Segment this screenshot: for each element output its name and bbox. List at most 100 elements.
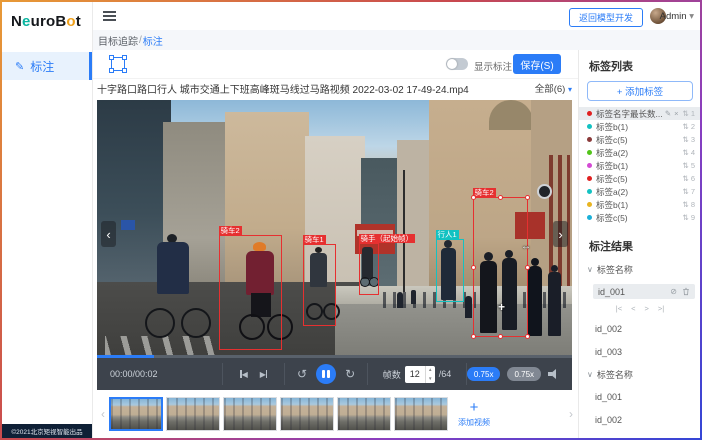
annotation-box[interactable]: 行人1: [436, 239, 464, 302]
result-group-header[interactable]: ∨ 标签名称: [587, 263, 700, 276]
label-list-item[interactable]: 标签c(5) ⇅6: [579, 172, 700, 185]
annotation-label: 骑车2: [473, 188, 496, 197]
annotation-label: 骑车1: [303, 235, 326, 244]
scene-pedestrian: [528, 266, 542, 336]
group-name: 标签名称: [597, 368, 633, 381]
label-list-item[interactable]: 标签c(5) ⇅9: [579, 211, 700, 224]
step-backward-icon[interactable]: ◀: [240, 370, 248, 379]
resize-handle[interactable]: [471, 334, 476, 339]
step-forward-icon[interactable]: ▶: [260, 370, 268, 379]
label-list-item[interactable]: 标签b(1) ⇅2: [579, 120, 700, 133]
filter-value: 全部(6): [535, 84, 566, 95]
trash-icon[interactable]: [682, 287, 690, 296]
label-name: 标签b(1): [596, 121, 679, 133]
delete-icon[interactable]: ×: [674, 109, 678, 118]
label-list-item[interactable]: 标签a(2) ⇅4: [579, 146, 700, 159]
resize-handle[interactable]: [525, 195, 530, 200]
annotation-box[interactable]: 骑车2: [219, 235, 282, 350]
label-color-dot: [587, 150, 592, 155]
next-frame-overlay-button[interactable]: ›: [553, 221, 568, 247]
thumbnail[interactable]: [166, 397, 220, 431]
sidebar-item-label: 标注: [30, 58, 54, 75]
sort-icon: ⇅: [683, 148, 689, 157]
annotation-box[interactable]: 骑手（起始帧）: [359, 243, 379, 295]
rewind-icon[interactable]: ↺: [297, 368, 307, 380]
label-list-item[interactable]: 标签a(2) ⇅7: [579, 185, 700, 198]
back-to-model-dev-button[interactable]: 返回模型开发: [569, 8, 643, 27]
resize-handle[interactable]: [471, 265, 476, 270]
save-button[interactable]: 保存(S): [513, 54, 561, 74]
result-item[interactable]: id_003: [595, 344, 693, 359]
add-video-label: 添加视频: [458, 417, 490, 428]
video-frame-canvas[interactable]: 骑车2 骑车1 骑手（起始帧） 行人1 骑车2 + ↔ ‹ ›: [97, 100, 572, 358]
prev-frame-overlay-button[interactable]: ‹: [101, 221, 116, 247]
show-annotation-toggle[interactable]: [446, 58, 468, 70]
thumbnail[interactable]: [394, 397, 448, 431]
resize-handle[interactable]: [471, 195, 476, 200]
sort-icon: ⇅: [683, 213, 689, 222]
first-page-icon[interactable]: |<: [616, 304, 622, 313]
pause-button[interactable]: [316, 364, 336, 384]
result-item[interactable]: id_002: [595, 412, 693, 427]
bounding-box-tool-icon[interactable]: [111, 57, 125, 71]
scene-cyclist: [157, 242, 189, 294]
spin-down-icon[interactable]: ▼: [426, 374, 435, 383]
label-color-dot: [587, 202, 592, 207]
shortcut-key: 7: [691, 187, 695, 196]
label-color-dot: [587, 189, 592, 194]
volume-icon[interactable]: [548, 369, 560, 379]
last-page-icon[interactable]: >|: [658, 304, 664, 313]
label-list-item[interactable]: 标签名字最长数... ✎ × ⇅1: [579, 107, 700, 120]
thumbnail-strip: ‹ + 添加视频 ›: [97, 394, 577, 434]
speed-button-active[interactable]: 0.75x: [467, 367, 501, 381]
sidebar-item-annotate[interactable]: ✎ 标注: [2, 52, 92, 80]
speed-button[interactable]: 0.75x: [507, 367, 541, 381]
show-annotation-label: 显示标注: [474, 59, 512, 73]
label-name: 标签c(5): [596, 212, 679, 224]
prev-page-icon[interactable]: <: [631, 304, 635, 313]
next-page-icon[interactable]: >: [645, 304, 649, 313]
progress-bar[interactable]: [97, 355, 572, 358]
thumbnail[interactable]: [337, 397, 391, 431]
chevron-down-icon: ∨: [587, 370, 593, 379]
breadcrumb-parent[interactable]: 目标追踪: [98, 33, 138, 48]
result-group-header[interactable]: ∨ 标签名称: [587, 368, 700, 381]
annotation-box-selected[interactable]: 骑车2: [473, 197, 528, 337]
video-filter-dropdown[interactable]: 全部(6) ▾: [535, 81, 572, 95]
result-item[interactable]: id_003: [595, 435, 693, 438]
thumbs-prev-icon[interactable]: ‹: [97, 407, 109, 421]
annotation-box[interactable]: 骑车1: [303, 244, 336, 326]
edit-icon[interactable]: ✎: [665, 109, 671, 118]
sort-icon: ⇅: [683, 187, 689, 196]
collapse-menu-icon[interactable]: [103, 11, 116, 21]
add-label-button[interactable]: + 添加标签: [587, 81, 693, 101]
label-list-item[interactable]: 标签b(1) ⇅5: [579, 159, 700, 172]
scene-sign: [537, 184, 552, 199]
thumbnail[interactable]: [223, 397, 277, 431]
hide-icon[interactable]: ⊘: [670, 287, 677, 296]
frame-number-input[interactable]: 12 ▲ ▼: [405, 366, 435, 383]
spin-up-icon[interactable]: ▲: [426, 366, 435, 375]
annotation-label: 骑手（起始帧）: [359, 234, 416, 243]
resize-handle[interactable]: [498, 195, 503, 200]
sort-icon: ⇅: [683, 109, 689, 118]
thumbnail[interactable]: [280, 397, 334, 431]
resize-handle[interactable]: [525, 334, 530, 339]
fast-forward-icon[interactable]: ↻: [345, 368, 355, 380]
resize-handle[interactable]: [525, 265, 530, 270]
label-list-item[interactable]: 标签b(1) ⇅8: [579, 198, 700, 211]
sidebar: NeuroBot ✎ 标注 ©2021北京矩视智能出品: [2, 2, 93, 438]
resize-handle[interactable]: [498, 334, 503, 339]
thumbnail-selected[interactable]: [109, 397, 163, 431]
result-item[interactable]: id_002: [595, 321, 693, 336]
result-id: id_001: [595, 392, 693, 402]
result-item-selected[interactable]: id_001 ⊘: [593, 284, 695, 299]
shortcut-key: 9: [691, 213, 695, 222]
user-menu[interactable]: Admin ▾: [660, 11, 694, 22]
result-id: id_002: [595, 324, 693, 334]
thumbs-next-icon[interactable]: ›: [565, 407, 577, 421]
group-name: 标签名称: [597, 263, 633, 276]
add-video-button[interactable]: + 添加视频: [454, 395, 494, 433]
label-list-item[interactable]: 标签c(5) ⇅3: [579, 133, 700, 146]
result-item[interactable]: id_001: [595, 389, 693, 404]
